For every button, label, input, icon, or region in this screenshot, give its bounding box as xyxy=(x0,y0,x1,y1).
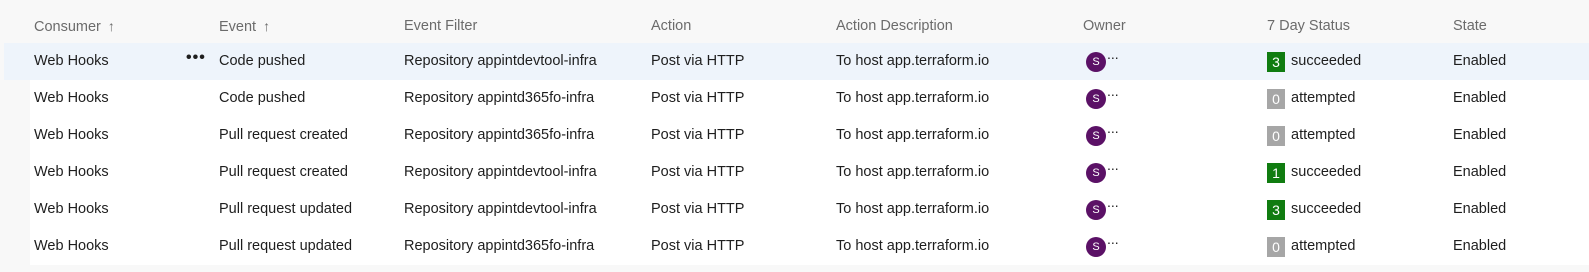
action-cell: Post via HTTP xyxy=(651,238,745,254)
action-cell: Post via HTTP xyxy=(651,53,745,69)
owner-name-truncated: ... xyxy=(1107,83,1119,99)
status-text: attempted xyxy=(1291,90,1356,106)
consumer-cell: Web Hooks xyxy=(34,164,109,180)
table-row[interactable]: Web Hooks Pull request updated Repository … xyxy=(30,191,1589,228)
owner-name-truncated: ... xyxy=(1107,157,1119,173)
consumer-cell: Web Hooks xyxy=(34,201,109,217)
column-header-event[interactable]: Event ↑ xyxy=(219,0,270,44)
event-filter-cell: Repository appintd365fo-infra xyxy=(404,238,595,254)
status-count-badge: 0 xyxy=(1267,237,1285,257)
table-row[interactable]: Web Hooks Code pushed Repository appintd36… xyxy=(30,80,1589,117)
state-cell: Enabled xyxy=(1453,238,1507,254)
owner-avatar[interactable]: S xyxy=(1086,237,1106,257)
action-cell: Post via HTTP xyxy=(651,90,745,106)
event-cell: Code pushed xyxy=(219,90,306,106)
action-cell: Post via HTTP xyxy=(651,201,745,217)
owner-avatar[interactable]: S xyxy=(1086,163,1106,183)
status-text: succeeded xyxy=(1291,53,1362,69)
sort-ascending-icon: ↑ xyxy=(107,18,115,34)
event-filter-cell: Repository appintd365fo-infra xyxy=(404,90,595,106)
action-description-cell: To host app.terraform.io xyxy=(836,201,990,217)
event-cell: Pull request created xyxy=(219,164,348,180)
column-header-event-label: Event xyxy=(219,19,257,35)
status-count-badge: 3 xyxy=(1267,200,1285,220)
state-cell: Enabled xyxy=(1453,127,1507,143)
owner-avatar[interactable]: S xyxy=(1086,200,1106,220)
consumer-cell: Web Hooks xyxy=(34,53,109,69)
owner-name-truncated: ... xyxy=(1107,120,1119,136)
owner-avatar[interactable]: S xyxy=(1086,126,1106,146)
column-header-consumer[interactable]: Consumer ↑ xyxy=(34,0,115,44)
status-text: attempted xyxy=(1291,238,1356,254)
event-cell: Pull request updated xyxy=(219,201,353,217)
event-filter-cell: Repository appintdevtool-infra xyxy=(404,201,597,217)
owner-avatar[interactable]: S xyxy=(1086,89,1106,109)
event-filter-cell: Repository appintdevtool-infra xyxy=(404,53,597,69)
event-filter-cell: Repository appintd365fo-infra xyxy=(404,127,595,143)
consumer-cell: Web Hooks xyxy=(34,127,109,143)
state-cell: Enabled xyxy=(1453,201,1507,217)
consumer-cell: Web Hooks xyxy=(34,238,109,254)
table-row[interactable]: Web Hooks Pull request updated Repository … xyxy=(30,228,1589,265)
state-cell: Enabled xyxy=(1453,164,1507,180)
status-count-badge: 0 xyxy=(1267,126,1285,146)
action-description-cell: To host app.terraform.io xyxy=(836,53,990,69)
table-header: Consumer ↑ Event ↑ Event Filter Action Act… xyxy=(0,0,1589,44)
column-header-event-filter[interactable]: Event Filter xyxy=(404,0,477,44)
service-hooks-table: Consumer ↑ Event ↑ Event Filter Action Act… xyxy=(0,0,1589,272)
owner-avatar[interactable]: S xyxy=(1086,52,1106,72)
event-cell: Code pushed xyxy=(219,53,306,69)
more-actions-button[interactable]: ••• xyxy=(186,43,206,80)
state-cell: Enabled xyxy=(1453,53,1507,69)
action-cell: Post via HTTP xyxy=(651,127,745,143)
status-count-badge: 0 xyxy=(1267,89,1285,109)
table-row[interactable]: Web Hooks Pull request created Repository … xyxy=(30,117,1589,154)
action-cell: Post via HTTP xyxy=(651,164,745,180)
status-count-badge: 3 xyxy=(1267,52,1285,72)
table-row[interactable]: Web Hooks Pull request created Repository … xyxy=(30,154,1589,191)
action-description-cell: To host app.terraform.io xyxy=(836,238,990,254)
consumer-cell: Web Hooks xyxy=(34,90,109,106)
status-text: succeeded xyxy=(1291,164,1362,180)
action-description-cell: To host app.terraform.io xyxy=(836,164,990,180)
table-row[interactable]: Web Hooks ••• Code pushed Repository appint… xyxy=(4,43,1589,80)
owner-name-truncated: ... xyxy=(1107,231,1119,247)
column-header-action[interactable]: Action xyxy=(651,0,691,44)
action-description-cell: To host app.terraform.io xyxy=(836,127,990,143)
owner-name-truncated: ... xyxy=(1107,46,1119,62)
action-description-cell: To host app.terraform.io xyxy=(836,90,990,106)
column-header-7-day-status[interactable]: 7 Day Status xyxy=(1267,0,1350,44)
column-header-consumer-label: Consumer xyxy=(34,19,101,35)
state-cell: Enabled xyxy=(1453,90,1507,106)
status-text: succeeded xyxy=(1291,201,1362,217)
column-header-action-description[interactable]: Action Description xyxy=(836,0,953,44)
status-text: attempted xyxy=(1291,127,1356,143)
sort-ascending-icon: ↑ xyxy=(263,18,271,34)
event-filter-cell: Repository appintdevtool-infra xyxy=(404,164,597,180)
column-header-state[interactable]: State xyxy=(1453,0,1487,44)
owner-name-truncated: ... xyxy=(1107,194,1119,210)
event-cell: Pull request created xyxy=(219,127,348,143)
column-header-owner[interactable]: Owner xyxy=(1083,0,1126,44)
status-count-badge: 1 xyxy=(1267,163,1285,183)
event-cell: Pull request updated xyxy=(219,238,353,254)
